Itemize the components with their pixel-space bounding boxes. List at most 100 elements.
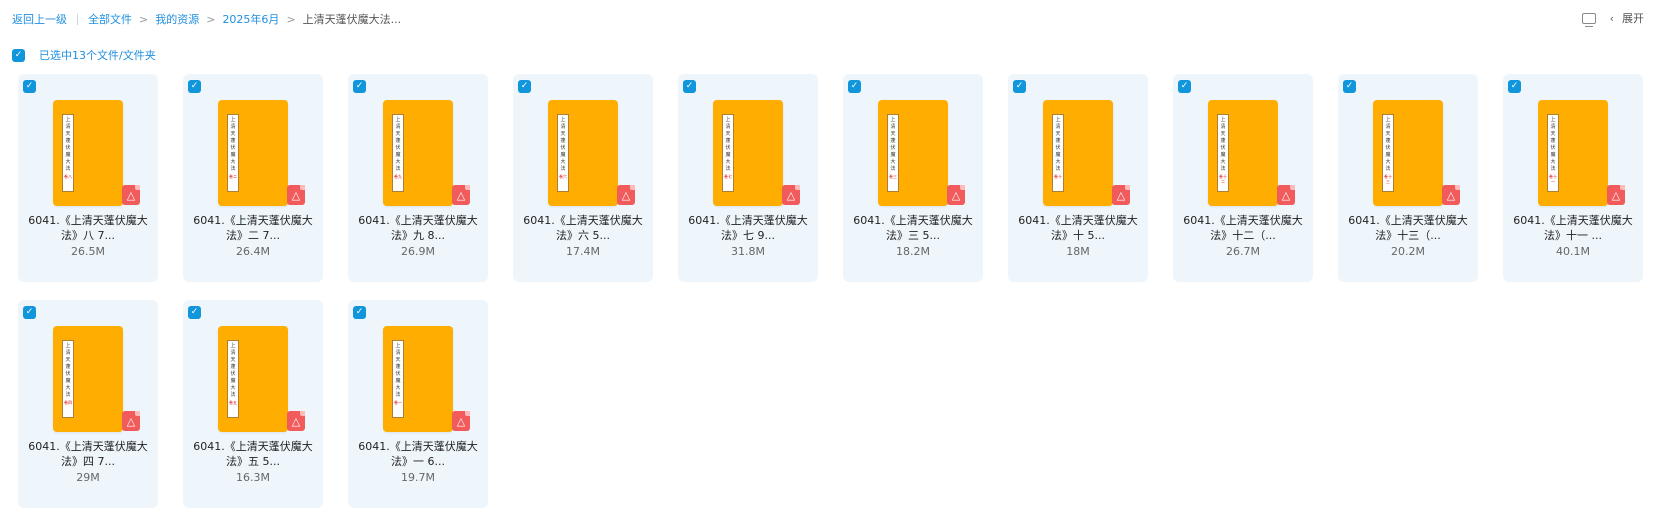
file-name[interactable]: 6041.《上清天蓬伏魔大 法》五 5... — [189, 439, 317, 469]
cover-volume: 卷十 — [1054, 174, 1062, 179]
divider — [77, 13, 78, 25]
file-size: 26.7M — [1226, 245, 1260, 258]
cover-title: 上清天蓬伏魔大法 — [230, 343, 236, 398]
file-name-line: 6041.《上清天蓬伏魔大 — [853, 214, 973, 227]
file-name-line: 法》二 7... — [226, 229, 280, 242]
file-checkbox[interactable]: ✓ — [518, 80, 531, 93]
pdf-icon: △ — [287, 411, 305, 431]
file-card[interactable]: ✓ 上清天蓬伏魔大法卷二 △ 6041.《上清天蓬伏魔大 法》二 7... 26.4M — [183, 74, 323, 282]
file-name[interactable]: 6041.《上清天蓬伏魔大 法》十一 ... — [1509, 213, 1637, 243]
file-checkbox[interactable]: ✓ — [1508, 80, 1521, 93]
file-card[interactable]: ✓ 上清天蓬伏魔大法卷十三 △ 6041.《上清天蓬伏魔大 法》十三（... 20.2M — [1338, 74, 1478, 282]
file-name[interactable]: 6041.《上清天蓬伏魔大 法》八 7... — [24, 213, 152, 243]
cover-volume: 卷七 — [724, 174, 732, 179]
file-card[interactable]: ✓ 上清天蓬伏魔大法卷十一 △ 6041.《上清天蓬伏魔大 法》十一 ... 40.1M — [1503, 74, 1643, 282]
file-name[interactable]: 6041.《上清天蓬伏魔大 法》九 8... — [354, 213, 482, 243]
file-checkbox[interactable]: ✓ — [23, 306, 36, 319]
file-checkbox[interactable]: ✓ — [188, 80, 201, 93]
breadcrumb: 返回上一级 全部文件 > 我的资源 > 2025年6月 > 上清天蓬伏魔大法..… — [12, 10, 401, 28]
chevron-left-icon[interactable]: ‹ — [1610, 12, 1614, 25]
select-all-checkbox[interactable]: ✓ — [12, 48, 25, 62]
file-name-line: 6041.《上清天蓬伏魔大 — [1183, 214, 1303, 227]
file-thumbnail: 上清天蓬伏魔大法卷十二 — [1208, 100, 1278, 206]
cover-volume: 卷十一 — [1549, 174, 1557, 184]
file-name-line: 6041.《上清天蓬伏魔大 — [1513, 214, 1633, 227]
cover-label: 上清天蓬伏魔大法卷三 — [887, 114, 899, 192]
file-checkbox[interactable]: ✓ — [1343, 80, 1356, 93]
file-name-line: 6041.《上清天蓬伏魔大 — [28, 214, 148, 227]
file-name[interactable]: 6041.《上清天蓬伏魔大 法》四 7... — [24, 439, 152, 469]
file-name[interactable]: 6041.《上清天蓬伏魔大 法》十二（... — [1179, 213, 1307, 243]
file-name-line: 法》十三（... — [1375, 229, 1441, 242]
file-name[interactable]: 6041.《上清天蓬伏魔大 法》六 5... — [519, 213, 647, 243]
file-card[interactable]: ✓ 上清天蓬伏魔大法卷三 △ 6041.《上清天蓬伏魔大 法》三 5... 18.2M — [843, 74, 983, 282]
file-checkbox[interactable]: ✓ — [353, 306, 366, 319]
file-checkbox[interactable]: ✓ — [683, 80, 696, 93]
cover-title: 上清天蓬伏魔大法 — [725, 117, 731, 172]
file-name[interactable]: 6041.《上清天蓬伏魔大 法》十 5... — [1014, 213, 1142, 243]
pdf-icon: △ — [287, 185, 305, 205]
file-size: 31.8M — [731, 245, 765, 258]
breadcrumb-item-all-files[interactable]: 全部文件 — [88, 11, 132, 27]
file-name-line: 6041.《上清天蓬伏魔大 — [358, 440, 478, 453]
back-link[interactable]: 返回上一级 — [12, 11, 67, 27]
file-name[interactable]: 6041.《上清天蓬伏魔大 法》三 5... — [849, 213, 977, 243]
breadcrumb-item-my-resources[interactable]: 我的资源 — [155, 11, 199, 27]
expand-button[interactable]: 展开 — [1622, 10, 1644, 26]
file-card[interactable]: ✓ 上清天蓬伏魔大法卷四 △ 6041.《上清天蓬伏魔大 法》四 7... 29M — [18, 300, 158, 508]
pdf-icon: △ — [452, 411, 470, 431]
file-name-line: 法》七 9... — [721, 229, 775, 242]
file-checkbox[interactable]: ✓ — [1013, 80, 1026, 93]
cover-label: 上清天蓬伏魔大法卷十 — [1052, 114, 1064, 192]
cover-volume: 卷四 — [64, 400, 72, 405]
file-card[interactable]: ✓ 上清天蓬伏魔大法卷十 △ 6041.《上清天蓬伏魔大 法》十 5... 18M — [1008, 74, 1148, 282]
cover-title: 上清天蓬伏魔大法 — [1385, 117, 1391, 172]
file-card[interactable]: ✓ 上清天蓬伏魔大法卷七 △ 6041.《上清天蓬伏魔大 法》七 9... 31.8M — [678, 74, 818, 282]
file-card[interactable]: ✓ 上清天蓬伏魔大法卷十二 △ 6041.《上清天蓬伏魔大 法》十二（... 26.7M — [1173, 74, 1313, 282]
pdf-icon: △ — [617, 185, 635, 205]
file-name-line: 法》六 5... — [556, 229, 610, 242]
cover-label: 上清天蓬伏魔大法卷二 — [227, 114, 239, 192]
file-thumbnail: 上清天蓬伏魔大法卷七 — [713, 100, 783, 206]
file-checkbox[interactable]: ✓ — [1178, 80, 1191, 93]
cover-volume: 卷十二 — [1219, 174, 1227, 184]
file-name-line: 6041.《上清天蓬伏魔大 — [193, 214, 313, 227]
file-size: 18M — [1066, 245, 1090, 258]
file-name[interactable]: 6041.《上清天蓬伏魔大 法》七 9... — [684, 213, 812, 243]
file-thumbnail: 上清天蓬伏魔大法卷八 — [53, 100, 123, 206]
pdf-icon: △ — [782, 185, 800, 205]
select-all[interactable]: ✓ 已选中13个文件/文件夹 — [12, 47, 156, 63]
cover-label: 上清天蓬伏魔大法卷八 — [62, 114, 74, 192]
display-icon[interactable] — [1581, 12, 1596, 27]
file-card[interactable]: ✓ 上清天蓬伏魔大法卷八 △ 6041.《上清天蓬伏魔大 法》八 7... 26.5M — [18, 74, 158, 282]
file-name[interactable]: 6041.《上清天蓬伏魔大 法》一 6... — [354, 439, 482, 469]
file-checkbox[interactable]: ✓ — [848, 80, 861, 93]
file-name[interactable]: 6041.《上清天蓬伏魔大 法》十三（... — [1344, 213, 1472, 243]
file-card[interactable]: ✓ 上清天蓬伏魔大法卷五 △ 6041.《上清天蓬伏魔大 法》五 5... 16.3M — [183, 300, 323, 508]
file-name-line: 法》十二（... — [1210, 229, 1276, 242]
file-size: 40.1M — [1556, 245, 1590, 258]
pdf-icon: △ — [1442, 185, 1460, 205]
breadcrumb-current: 上清天蓬伏魔大法... — [302, 13, 402, 26]
cover-title: 上清天蓬伏魔大法 — [65, 117, 71, 172]
file-size: 17.4M — [566, 245, 600, 258]
file-card[interactable]: ✓ 上清天蓬伏魔大法卷六 △ 6041.《上清天蓬伏魔大 法》六 5... 17.4M — [513, 74, 653, 282]
cover-label: 上清天蓬伏魔大法卷十三 — [1382, 114, 1394, 192]
file-thumbnail: 上清天蓬伏魔大法卷十 — [1043, 100, 1113, 206]
file-name-line: 法》十 5... — [1051, 229, 1105, 242]
file-name-line: 6041.《上清天蓬伏魔大 — [193, 440, 313, 453]
file-name-line: 6041.《上清天蓬伏魔大 — [1018, 214, 1138, 227]
breadcrumb-item-month[interactable]: 2025年6月 — [222, 11, 279, 27]
file-name-line: 6041.《上清天蓬伏魔大 — [1348, 214, 1468, 227]
file-checkbox[interactable]: ✓ — [23, 80, 36, 93]
file-size: 29M — [76, 471, 100, 484]
file-checkbox[interactable]: ✓ — [353, 80, 366, 93]
file-checkbox[interactable]: ✓ — [188, 306, 201, 319]
file-card[interactable]: ✓ 上清天蓬伏魔大法卷九 △ 6041.《上清天蓬伏魔大 法》九 8... 26.9M — [348, 74, 488, 282]
toolbar-right: ‹ 展开 — [1581, 10, 1644, 27]
file-card[interactable]: ✓ 上清天蓬伏魔大法卷一 △ 6041.《上清天蓬伏魔大 法》一 6... 19.7M — [348, 300, 488, 508]
pdf-icon: △ — [1607, 185, 1625, 205]
file-size: 26.4M — [236, 245, 270, 258]
cover-volume: 卷三 — [889, 174, 897, 179]
file-name[interactable]: 6041.《上清天蓬伏魔大 法》二 7... — [189, 213, 317, 243]
